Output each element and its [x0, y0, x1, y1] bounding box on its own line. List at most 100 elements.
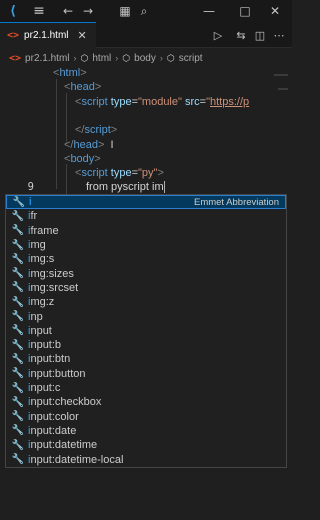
chevron-right-icon: › [73, 53, 77, 63]
code-line[interactable] [0, 109, 292, 123]
cube-icon: ⬡ [122, 52, 131, 63]
wrench-icon: 🔧 [11, 396, 25, 408]
code-text: <script type="module" src="https://p [75, 95, 250, 108]
suggestion-label: ifr [28, 210, 38, 223]
code-line[interactable]: <body> [0, 152, 292, 166]
wrench-icon: 🔧 [11, 454, 25, 466]
wrench-icon: 🔧 [11, 382, 25, 394]
suggestion-item[interactable]: 🔧 img [6, 238, 286, 252]
suggestion-item[interactable]: 🔧 img:srcset [6, 281, 286, 295]
suggestion-item[interactable]: 🔧 input:color [6, 410, 286, 424]
suggestion-item[interactable]: 🔧 input [6, 324, 286, 338]
wrench-icon: 🔧 [11, 268, 25, 280]
line-number: 9 [27, 181, 34, 194]
chevron-right-icon: › [115, 53, 119, 63]
cube-icon: ⬡ [80, 52, 89, 63]
suggestion-label: input:c [28, 382, 61, 395]
layout-icon[interactable]: ▦ [117, 3, 133, 19]
wrench-icon: 🔧 [11, 325, 25, 337]
suggestion-item[interactable]: 🔧 input:checkbox [6, 395, 286, 409]
editor-empty-area [0, 468, 292, 520]
breadcrumb-script[interactable]: script [179, 53, 203, 64]
code-line[interactable]: <script type="module" src="https://p [0, 95, 292, 109]
code-text: <body> [64, 152, 101, 165]
wrench-icon: 🔧 [11, 368, 25, 380]
breadcrumb-file[interactable]: pr2.1.html [25, 53, 69, 64]
code-text: <script type="py"> [75, 167, 164, 180]
suggestion-label: input:button [28, 367, 86, 380]
suggestion-item[interactable]: 🔧 inp [6, 309, 286, 323]
suggestion-item[interactable]: 🔧 input:date [6, 424, 286, 438]
chevron-right-icon: › [159, 53, 163, 63]
search-icon[interactable]: ⌕ [136, 3, 152, 19]
code-text: <html> [53, 67, 87, 79]
suggestion-item[interactable]: 🔧 img:z [6, 295, 286, 309]
close-tab-icon[interactable]: ✕ [78, 29, 87, 42]
run-icon[interactable]: ▷ [210, 27, 226, 43]
breadcrumb-body[interactable]: body [134, 53, 156, 64]
more-actions-icon[interactable]: ⋯ [271, 27, 287, 43]
suggestion-item[interactable]: 🔧 input:datetime [6, 438, 286, 452]
wrench-icon: 🔧 [12, 196, 26, 208]
html5-icon: <> [7, 30, 20, 41]
title-bar: ⟨ ≡ ← → ▦ ⌕ — □ ✕ [0, 0, 292, 22]
close-icon[interactable]: ✕ [267, 3, 283, 19]
suggestion-label: input:btn [28, 353, 71, 366]
wrench-icon: 🔧 [11, 311, 25, 323]
code-editor[interactable]: <html> <head> <script type="module" src="h… [0, 66, 292, 194]
suggestion-label: img:srcset [28, 281, 79, 294]
suggestion-label: input:datetime-local [28, 453, 124, 466]
suggestion-label: input:color [28, 410, 79, 423]
wrench-icon: 🔧 [11, 253, 25, 265]
suggestion-label: input:datetime [28, 439, 98, 452]
tab-pr2-1-html[interactable]: <> pr2.1.html ✕ [0, 22, 96, 48]
breadcrumb-html[interactable]: html [92, 53, 111, 64]
wrench-icon: 🔧 [11, 339, 25, 351]
html5-icon: <> [9, 52, 22, 64]
suggestion-item[interactable]: 🔧 input:button [6, 367, 286, 381]
compare-icon[interactable]: ⇆ [233, 27, 249, 43]
wrench-icon: 🔧 [11, 296, 25, 308]
suggestion-item[interactable]: 🔧 input:btn [6, 352, 286, 366]
suggestion-label: input:date [28, 424, 77, 437]
suggestion-item[interactable]: 🔧 input:c [6, 381, 286, 395]
suggestion-label: input:b [28, 339, 62, 352]
suggestion-label: input:checkbox [28, 396, 102, 409]
suggestion-item[interactable]: 🔧 ifr [6, 209, 286, 223]
suggestion-label: iframe [28, 224, 59, 237]
suggestion-item[interactable]: 🔧 iframe [6, 224, 286, 238]
wrench-icon: 🔧 [11, 210, 25, 222]
minimize-icon[interactable]: — [201, 3, 217, 19]
suggestion-item[interactable]: 🔧 input:b [6, 338, 286, 352]
code-line[interactable]: <head> [0, 80, 292, 94]
code-text: from pyscript im [86, 181, 165, 194]
back-arrow-icon[interactable]: ← [60, 3, 76, 19]
wrench-icon: 🔧 [11, 411, 25, 423]
suggestion-item[interactable]: 🔧 i Emmet Abbreviation [6, 195, 286, 210]
menu-icon[interactable]: ≡ [31, 3, 47, 19]
suggestion-item[interactable]: 🔧 img:sizes [6, 267, 286, 281]
code-text: </script> [75, 124, 118, 137]
wrench-icon: 🔧 [11, 353, 25, 365]
suggestion-label: img:sizes [28, 267, 74, 280]
code-text: <head> [64, 81, 102, 94]
text-cursor [163, 181, 165, 194]
code-line[interactable]: <script type="py"> [0, 166, 292, 180]
split-editor-icon[interactable]: ◫ [252, 27, 268, 43]
code-line[interactable]: </head> I [0, 138, 292, 152]
suggestion-item[interactable]: 🔧 img:s [6, 252, 286, 266]
maximize-icon[interactable]: □ [237, 3, 253, 19]
forward-arrow-icon[interactable]: → [80, 3, 96, 19]
code-line[interactable]: 9 from pyscript im [0, 180, 292, 194]
code-text: </head> I [64, 138, 114, 151]
code-line[interactable]: <html> [0, 66, 292, 80]
suggestion-detail: Emmet Abbreviation [193, 196, 279, 208]
suggestion-item[interactable]: 🔧 input:datetime-local [6, 452, 286, 466]
suggestion-label: inp [28, 310, 43, 323]
suggest-widget: 🔧 i Emmet Abbreviation 🔧 ifr 🔧 iframe 🔧 img 🔧 img:… [5, 194, 287, 468]
code-line[interactable]: </script> [0, 123, 292, 137]
tab-bar: <> pr2.1.html ✕ ▷ ⇆ ◫ ⋯ [0, 22, 292, 48]
cube-icon: ⬡ [166, 52, 175, 63]
tab-label: pr2.1.html [24, 30, 69, 41]
suggestion-label: img:z [28, 296, 55, 309]
